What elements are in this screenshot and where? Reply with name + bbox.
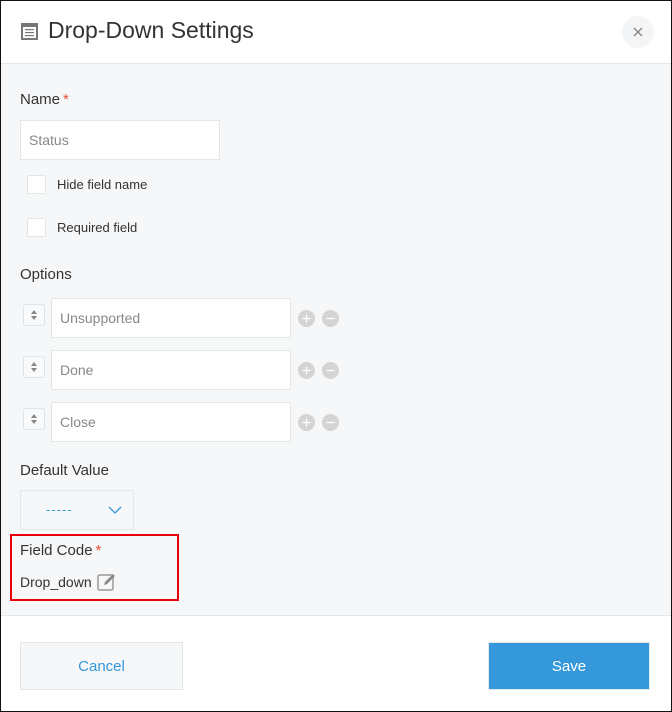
required-field-checkbox[interactable]	[27, 218, 46, 237]
add-option-button[interactable]	[298, 362, 315, 379]
name-label: Name *	[20, 91, 69, 108]
plus-circle-icon	[302, 418, 311, 427]
add-option-button[interactable]	[298, 310, 315, 327]
dropdown-field-icon	[21, 23, 38, 40]
required-mark: *	[63, 91, 69, 108]
sort-handle[interactable]	[23, 304, 45, 326]
field-code-label: Field Code *	[20, 542, 101, 559]
close-button[interactable]	[622, 16, 654, 48]
remove-option-button[interactable]	[322, 414, 339, 431]
name-input-value: Status	[29, 132, 69, 148]
options-label: Options	[20, 266, 72, 283]
required-field-option[interactable]: Required field	[27, 218, 137, 237]
dropdown-settings-dialog: Drop-Down Settings Name * Status Hide fie…	[0, 0, 672, 712]
add-option-button[interactable]	[298, 414, 315, 431]
chevron-down-icon	[108, 506, 122, 514]
sort-arrows-icon	[31, 414, 37, 424]
cancel-button[interactable]: Cancel	[20, 642, 183, 690]
edit-icon[interactable]	[96, 572, 117, 592]
plus-circle-icon	[302, 366, 311, 375]
dialog-title: Drop-Down Settings	[48, 17, 254, 43]
minus-circle-icon	[326, 369, 335, 372]
sort-arrows-icon	[31, 362, 37, 372]
option-input[interactable]: Close	[51, 402, 291, 442]
field-code-label-text: Field Code	[20, 542, 93, 559]
dialog-header: Drop-Down Settings	[1, 1, 671, 64]
hide-field-name-option[interactable]: Hide field name	[27, 175, 147, 194]
minus-circle-icon	[326, 317, 335, 320]
field-code: Drop_down	[20, 572, 117, 592]
required-field-label: Required field	[57, 220, 138, 235]
default-value-label: Default Value	[20, 462, 109, 479]
close-icon	[633, 27, 643, 37]
dialog-body: Name * Status Hide field name Required fi…	[1, 64, 671, 616]
remove-option-button[interactable]	[322, 362, 339, 379]
sort-handle[interactable]	[23, 356, 45, 378]
save-button[interactable]: Save	[488, 642, 650, 690]
option-input[interactable]: Unsupported	[51, 298, 291, 338]
hide-field-name-checkbox[interactable]	[27, 175, 46, 194]
hide-field-name-label: Hide field name	[57, 177, 148, 192]
default-value-select[interactable]: -----	[20, 490, 134, 530]
option-value: Done	[60, 362, 94, 378]
required-mark: *	[95, 542, 102, 559]
dialog-footer: Cancel Save	[1, 616, 671, 711]
minus-circle-icon	[326, 421, 335, 424]
sort-arrows-icon	[31, 310, 37, 320]
name-input[interactable]: Status	[20, 120, 220, 160]
default-value-selected: -----	[46, 502, 73, 517]
name-label-text: Name	[20, 91, 61, 108]
option-value: Unsupported	[60, 310, 141, 326]
option-input[interactable]: Done	[51, 350, 291, 390]
sort-handle[interactable]	[23, 408, 45, 430]
plus-circle-icon	[302, 314, 311, 323]
option-value: Close	[60, 414, 96, 430]
remove-option-button[interactable]	[322, 310, 339, 327]
field-code-value: Drop_down	[20, 574, 92, 590]
